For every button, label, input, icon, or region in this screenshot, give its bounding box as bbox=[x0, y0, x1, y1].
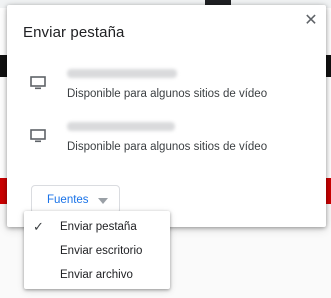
device-status: Disponible para algunos sitios de vídeo bbox=[67, 141, 268, 153]
close-icon[interactable]: ✕ bbox=[303, 13, 319, 29]
menu-item-label: Enviar archivo bbox=[60, 269, 133, 281]
monitor-icon bbox=[30, 129, 46, 143]
menu-item-label: Enviar escritorio bbox=[60, 245, 143, 257]
dialog-title: Enviar pestaña bbox=[23, 24, 125, 41]
caret-down-icon bbox=[98, 198, 108, 204]
sources-menu: ✓ Enviar pestaña Enviar escritorio Envia… bbox=[24, 211, 170, 289]
menu-item-cast-desktop[interactable]: Enviar escritorio bbox=[24, 239, 170, 263]
cast-device-item[interactable]: Disponible para algunos sitios de vídeo bbox=[7, 116, 326, 160]
menu-item-label: Enviar pestaña bbox=[60, 221, 137, 233]
monitor-icon bbox=[30, 76, 46, 90]
cast-dialog: Enviar pestaña ✕ Disponible para algunos… bbox=[7, 5, 326, 227]
device-name-redacted bbox=[67, 69, 177, 78]
device-status: Disponible para algunos sitios de vídeo bbox=[67, 88, 268, 100]
cast-device-item[interactable]: Disponible para algunos sitios de vídeo bbox=[7, 63, 326, 107]
device-name-redacted bbox=[67, 122, 175, 131]
sources-label: Fuentes bbox=[47, 194, 89, 206]
checkmark-icon: ✓ bbox=[33, 219, 44, 234]
menu-item-cast-tab[interactable]: ✓ Enviar pestaña bbox=[24, 215, 170, 239]
menu-item-cast-file[interactable]: Enviar archivo bbox=[24, 263, 170, 287]
sources-button[interactable]: Fuentes bbox=[31, 185, 120, 214]
